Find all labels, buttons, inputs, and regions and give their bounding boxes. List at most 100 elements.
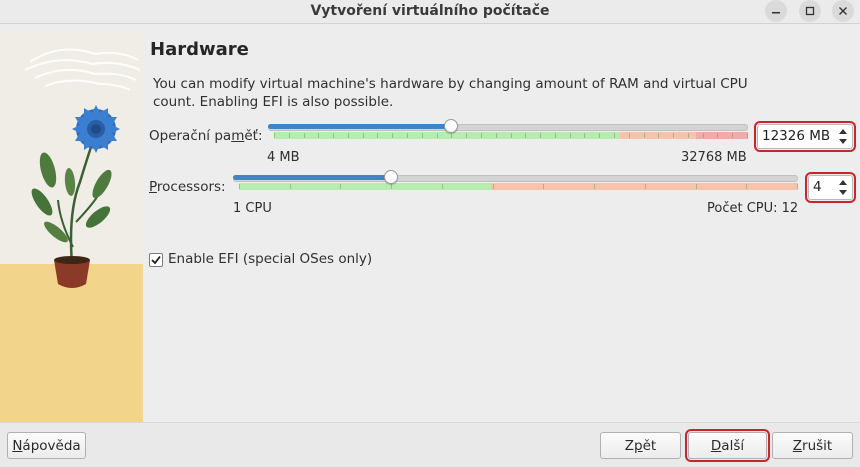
mem-slider-tick — [658, 133, 659, 138]
window-title: Vytvoření virtuálního počítače — [310, 3, 550, 19]
processors-max-label: Počet CPU: 12 — [707, 201, 799, 216]
cancel-button-label: rušit — [802, 437, 833, 454]
processors-spinbox-arrows — [837, 178, 849, 197]
processors-slider-handle[interactable] — [384, 170, 398, 184]
chevron-up-icon — [839, 180, 847, 185]
memory-spinbox[interactable] — [754, 121, 856, 152]
mem-slider-tick — [289, 133, 290, 138]
processors-label-mnemonic: P — [149, 179, 157, 195]
memory-label-text-end: ěť: — [244, 128, 263, 144]
mem-slider-tick — [377, 133, 378, 138]
mem-slider-tick — [318, 133, 319, 138]
chevron-up-icon — [839, 129, 847, 134]
mem-slider-tick — [496, 133, 497, 138]
mem-slider-tick — [703, 133, 704, 138]
chevron-down-icon — [839, 139, 847, 144]
mem-slider-tick — [511, 133, 512, 138]
memory-slider[interactable] — [268, 119, 748, 142]
processors-value-input[interactable] — [813, 179, 835, 195]
processors-increment-button[interactable] — [838, 178, 848, 187]
mem-slider-tick — [570, 133, 571, 138]
cpu-slider-tick — [340, 184, 341, 189]
cpu-slider-tick — [797, 184, 798, 189]
memory-value-input[interactable] — [762, 128, 834, 144]
mem-slider-tick — [363, 133, 364, 138]
memory-spinbox-arrows — [837, 127, 849, 146]
cpu-slider-tick — [391, 184, 392, 189]
checkmark-icon — [151, 255, 161, 265]
back-button-mnemonic: p — [634, 437, 643, 454]
mem-slider-tick — [274, 133, 275, 138]
processors-label: Processors: — [149, 179, 226, 195]
cpu-slider-tick — [543, 184, 544, 189]
help-button-label: ápověda — [22, 437, 81, 454]
mem-slider-tick — [688, 133, 689, 138]
maximize-button[interactable] — [799, 0, 821, 22]
cpu-slider-tick — [645, 184, 646, 189]
maximize-icon — [805, 6, 815, 16]
back-button-label-start: Z — [624, 437, 635, 454]
processors-spinbox[interactable] — [805, 172, 856, 203]
processors-label-text-end: rocessors: — [156, 179, 226, 195]
mem-slider-tick — [629, 133, 630, 138]
wizard-button-bar: Nápověda Zp ět Další Zrušit — [0, 422, 860, 467]
mem-slider-tick — [304, 133, 305, 138]
next-button-mnemonic: D — [710, 437, 722, 454]
mem-slider-tick — [673, 133, 674, 138]
mem-slider-tick — [407, 133, 408, 138]
mem-slider-tick — [732, 133, 733, 138]
mem-slider-tick — [614, 133, 615, 138]
close-icon — [839, 7, 847, 15]
mem-slider-tick — [747, 133, 748, 138]
mem-slider-tick — [644, 133, 645, 138]
memory-slider-handle[interactable] — [444, 119, 458, 133]
cpu-slider-tick — [239, 184, 240, 189]
memory-label-text: Operační pa — [149, 128, 232, 144]
mem-slider-tick — [717, 133, 718, 138]
memory-min-label: 4 MB — [267, 150, 300, 165]
page-heading: Hardware — [150, 39, 249, 60]
wizard-illustration — [0, 32, 143, 422]
minimize-icon — [772, 12, 780, 14]
mem-slider-tick — [555, 133, 556, 138]
processors-slider-ticks — [239, 184, 798, 189]
mem-slider-tick — [348, 133, 349, 138]
close-button[interactable] — [832, 0, 854, 22]
processors-slider[interactable] — [233, 170, 798, 193]
memory-max-label: 32768 MB — [681, 150, 747, 165]
memory-label-mnemonic: m — [231, 128, 245, 144]
help-button-mnemonic: N — [12, 437, 23, 454]
cpu-slider-tick — [696, 184, 697, 189]
cpu-slider-tick — [594, 184, 595, 189]
cpu-slider-tick — [290, 184, 291, 189]
window-titlebar: Vytvoření virtuálního počítače — [0, 0, 860, 24]
efi-checkbox-label[interactable]: Enable EFI (special OSes only) — [168, 251, 372, 267]
mem-slider-tick — [333, 133, 334, 138]
mem-slider-tick — [466, 133, 467, 138]
cancel-button-mnemonic: Z — [792, 437, 803, 454]
mem-slider-tick — [437, 133, 438, 138]
processors-min-label: 1 CPU — [233, 201, 272, 216]
mem-slider-tick — [599, 133, 600, 138]
efi-checkbox[interactable] — [149, 253, 163, 267]
cancel-button[interactable]: Zrušit — [772, 432, 853, 459]
chevron-down-icon — [839, 190, 847, 195]
memory-increment-button[interactable] — [838, 127, 848, 136]
processors-decrement-button[interactable] — [838, 188, 848, 197]
page-description: You can modify virtual machine's hardwar… — [153, 76, 748, 110]
mem-slider-tick — [584, 133, 585, 138]
back-button[interactable]: Zp ět — [600, 432, 681, 459]
next-button[interactable]: Další — [685, 429, 770, 462]
mem-slider-tick — [481, 133, 482, 138]
mem-slider-tick — [422, 133, 423, 138]
minimize-button[interactable] — [765, 0, 787, 22]
mem-slider-tick — [525, 133, 526, 138]
memory-decrement-button[interactable] — [838, 137, 848, 146]
mem-slider-tick — [451, 133, 452, 138]
processors-slider-fill — [233, 175, 390, 180]
cpu-slider-tick — [442, 184, 443, 189]
back-button-label-end: ět — [642, 437, 657, 454]
help-button[interactable]: Nápověda — [7, 432, 86, 459]
cpu-slider-tick — [493, 184, 494, 189]
memory-slider-ticks — [274, 133, 748, 138]
